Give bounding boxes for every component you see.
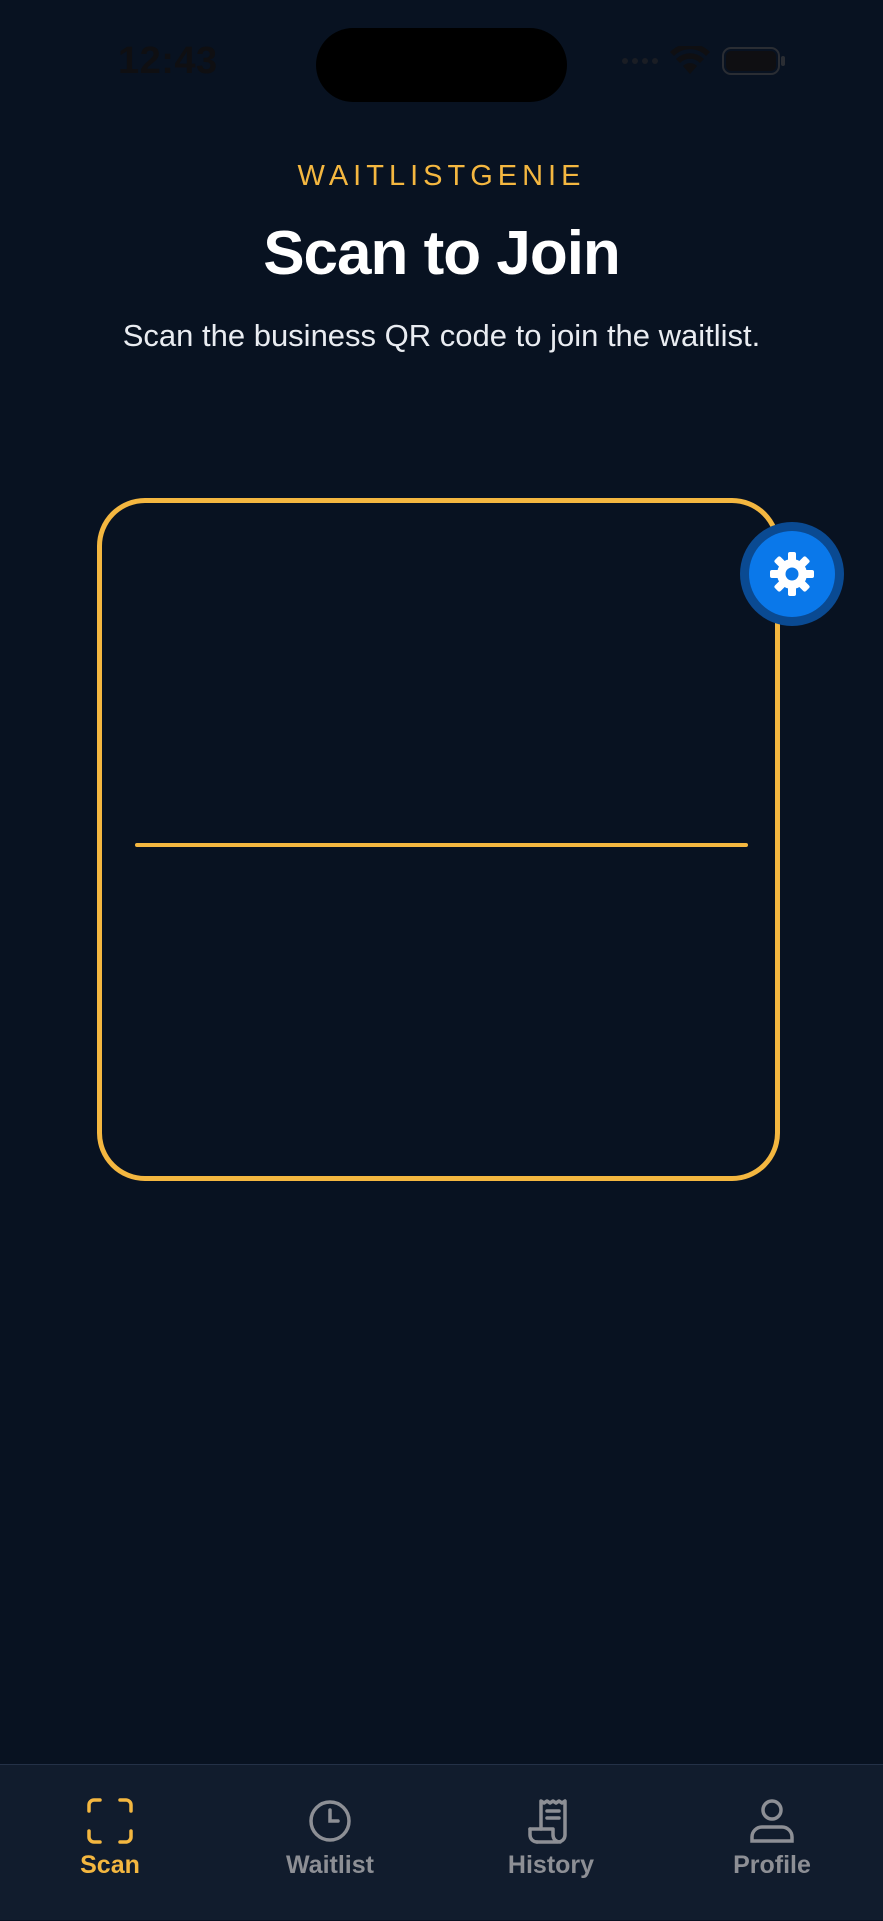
tab-profile[interactable]: Profile [662,1765,882,1921]
battery-icon [722,47,785,75]
cellular-signal-icon [622,58,658,64]
settings-button-inner [749,531,835,617]
status-bar: 12:43 [0,0,883,130]
gear-icon [770,552,814,596]
wifi-icon [670,46,710,74]
status-time: 12:43 [118,40,218,82]
tab-label-scan: Scan [80,1851,140,1879]
receipt-icon [528,1799,567,1844]
qr-scan-frame[interactable] [97,498,780,1181]
settings-button[interactable] [740,522,844,626]
tab-bar: Scan Waitlist History Profile [0,1764,883,1920]
tab-history[interactable]: History [441,1765,661,1921]
tab-waitlist[interactable]: Waitlist [220,1765,440,1921]
clock-icon [309,1800,351,1842]
dynamic-island [316,28,567,102]
tab-label-waitlist: Waitlist [286,1851,374,1879]
scan-line [135,843,748,847]
app-brand: WAITLISTGENIE [297,160,586,192]
page-title: Scan to Join [263,219,621,288]
page-subtitle: Scan the business QR code to join the wa… [122,318,761,353]
tab-label-profile: Profile [733,1851,811,1879]
tab-label-history: History [507,1851,595,1879]
status-indicators [622,46,786,76]
tab-scan[interactable]: Scan [0,1765,220,1921]
scan-icon [87,1798,133,1844]
person-icon [750,1799,794,1843]
